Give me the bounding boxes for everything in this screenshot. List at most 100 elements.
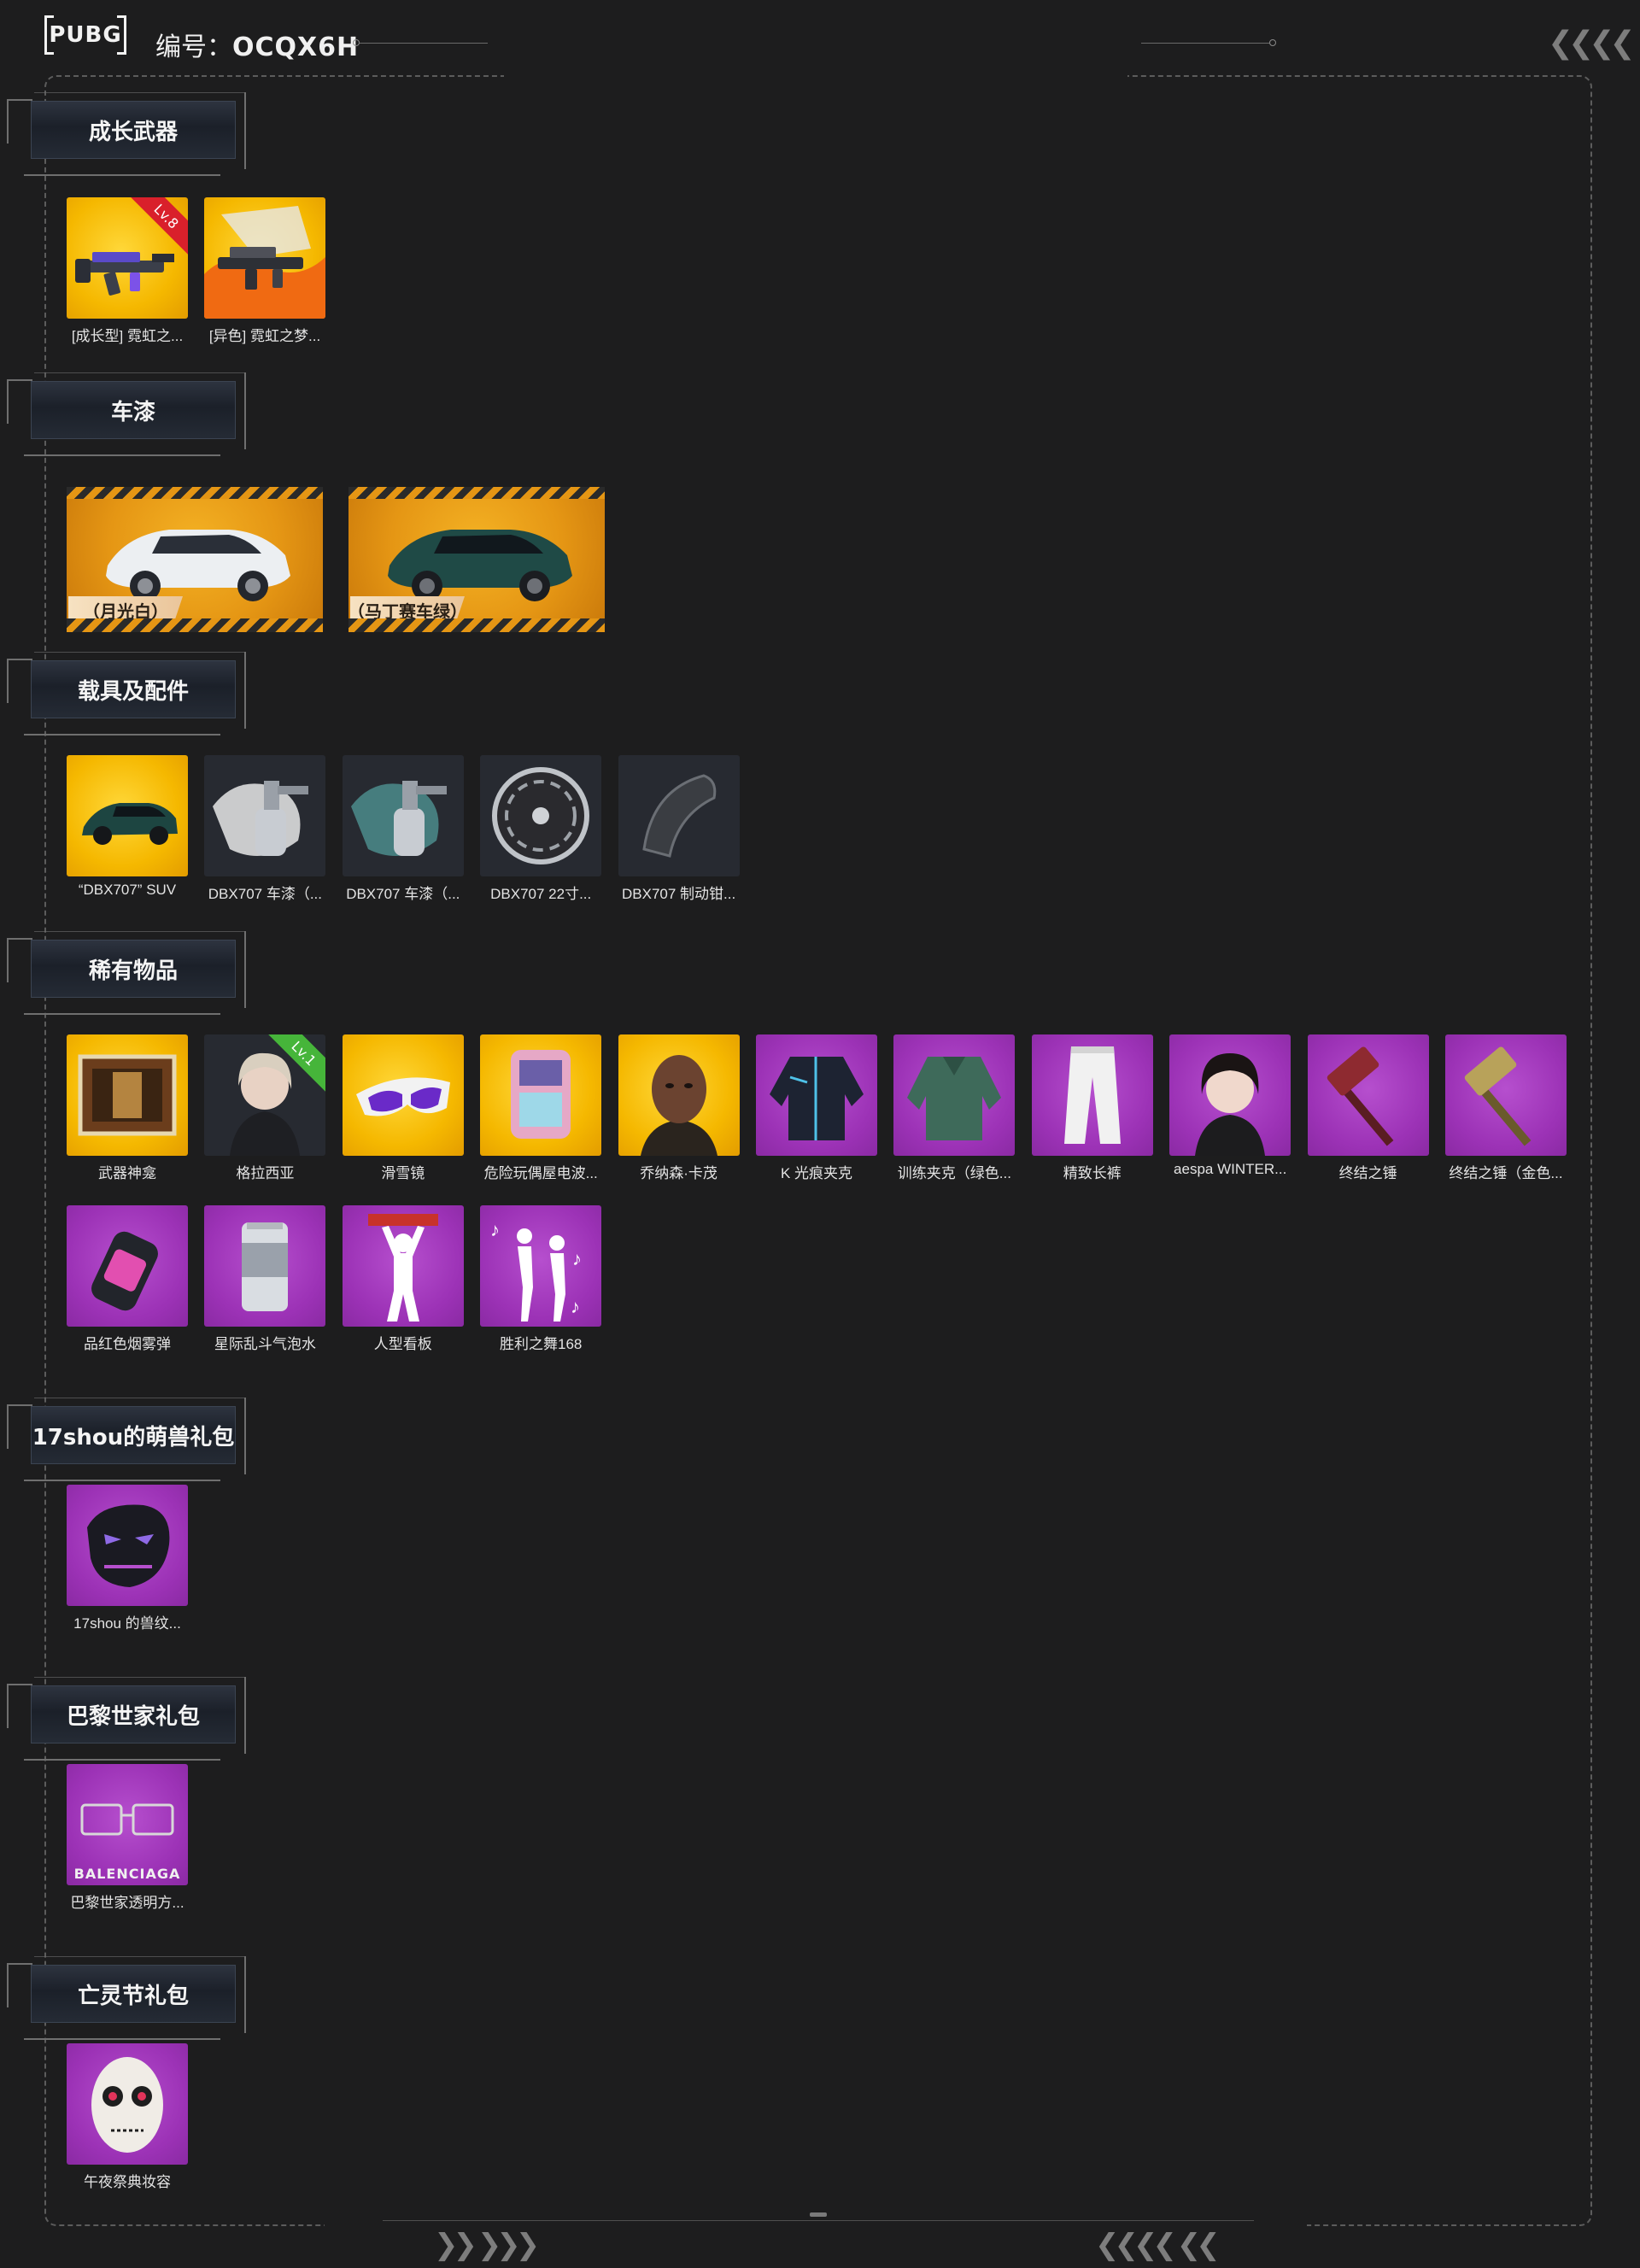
item-label: [异色] 霓虹之梦... [208,328,321,344]
paint-label: （马丁赛车绿） [350,596,465,624]
chevrons-right-icon: ❯❯ ❯❯❯ [434,2228,540,2262]
section-title: 巴黎世家礼包 [66,1703,200,1730]
character-gracia-icon: Lv.1 [204,1034,326,1156]
section-header: 17shou的萌兽礼包 [0,1391,256,1485]
glasses-icon: BALENCIAGA [67,1764,188,1885]
item-card[interactable]: 终结之锤 [1307,1034,1429,1182]
item-label: 训练夹克（绿色... [897,1165,1011,1181]
item-card[interactable]: DBX707 车漆（... [342,755,464,903]
item-label: 乔纳森·卡茂 [640,1165,718,1181]
section-title: 载具及配件 [77,678,189,705]
pubg-logo: PUBG [44,15,126,55]
item-card[interactable]: ♪ ♪ ♪ 胜利之舞168 [480,1205,602,1353]
beast-mask-icon [67,1485,188,1606]
section-title: 稀有物品 [88,958,178,984]
neon-rifle-icon: Lv.8 [67,197,188,319]
sugar-skull-face-icon [67,2043,188,2165]
item-label: DBX707 车漆（... [208,886,322,902]
item-label: 滑雪镜 [381,1165,425,1181]
green-jacket-icon [893,1034,1016,1156]
svg-text:♪: ♪ [572,1248,582,1269]
gold-hammer-icon [1445,1034,1567,1156]
decor-dot [353,39,360,46]
bottom-line [383,2220,1254,2221]
item-label: 终结之锤（金色... [1449,1165,1563,1181]
item-card[interactable]: 乔纳森·卡茂 [618,1034,740,1182]
section-header: 车漆 [0,366,256,460]
item-card[interactable]: 训练夹克（绿色... [893,1034,1016,1182]
spray-gun-teal-icon [342,755,464,876]
item-card[interactable]: 17shou 的兽纹... [67,1485,188,1632]
item-label: 危险玩偶屋电波... [483,1165,598,1181]
item-card[interactable]: 危险玩偶屋电波... [480,1034,602,1182]
item-label: DBX707 22寸... [490,886,592,902]
item-card[interactable]: 武器神龛 [67,1034,188,1182]
item-card[interactable]: “DBX707” SUV [67,755,188,899]
section-header: 巴黎世家礼包 [0,1670,256,1764]
hammer-icon [1307,1034,1429,1156]
item-label: 武器神龛 [98,1165,156,1181]
weapon-shrine-icon [67,1034,188,1156]
item-label: 巴黎世家透明方... [70,1895,184,1911]
item-label: aespa WINTER... [1174,1161,1287,1177]
jacket-icon [756,1034,877,1156]
item-label: 精致长裤 [1063,1165,1122,1181]
item-card[interactable]: 终结之锤（金色... [1445,1034,1567,1182]
item-card[interactable]: 品红色烟雾弹 [67,1205,188,1353]
chevrons-left-icon: ❮❮❮❮ ❮ [1548,26,1640,61]
suv-icon [67,755,188,876]
item-card[interactable]: Lv.1 格拉西亚 [204,1034,326,1182]
brand-text: BALENCIAGA [73,1866,181,1882]
item-card[interactable]: K 光痕夹克 [756,1034,877,1182]
scroll-handle[interactable] [810,2212,827,2217]
decor-line [1141,43,1269,44]
suv-green-icon: （马丁赛车绿） [348,487,605,632]
chevrons-left-icon: ❮❮❮❮ ❮❮ [1095,2228,1221,2262]
section-title: 成长武器 [88,119,178,145]
item-card[interactable]: [异色] 霓虹之梦... [204,197,325,345]
white-pants-icon [1031,1034,1153,1156]
item-card[interactable]: DBX707 车漆（... [204,755,326,903]
backpack-radio-icon [480,1034,602,1156]
soda-can-icon [204,1205,326,1327]
decor-dot [1269,39,1276,46]
item-card[interactable]: 人型看板 [342,1205,464,1353]
section-header: 成长武器 [0,85,256,179]
item-card[interactable]: 午夜祭典妆容 [67,2043,188,2191]
wheel-rim-icon [480,755,602,876]
item-label: 午夜祭典妆容 [84,2174,171,2190]
character-winter-icon [1169,1034,1292,1156]
item-label: 品红色烟雾弹 [84,1336,171,1352]
item-label: “DBX707” SUV [78,882,177,898]
section-title: 亡灵节礼包 [77,1983,189,2009]
item-card[interactable]: DBX707 22寸... [480,755,602,903]
item-label: 人型看板 [373,1336,432,1352]
item-card[interactable]: BALENCIAGA 巴黎世家透明方... [67,1764,188,1912]
item-card[interactable]: DBX707 制动钳... [618,755,740,903]
item-card[interactable]: aespa WINTER... [1169,1034,1292,1178]
item-card[interactable]: 精致长裤 [1031,1034,1153,1182]
character-jonathan-icon [618,1034,740,1156]
smoke-grenade-icon [67,1205,188,1327]
item-label: 胜利之舞168 [500,1336,583,1352]
neon-rifle-alt-icon [204,197,325,319]
section-title: 17shou的萌兽礼包 [32,1424,235,1450]
ski-goggles-icon [342,1034,464,1156]
item-label: K 光痕夹克 [780,1165,853,1181]
decor-line [360,43,488,44]
item-label: DBX707 车漆（... [346,886,460,902]
vehicle-paint-card[interactable]: （马丁赛车绿） [348,487,605,632]
brake-caliper-icon [618,755,740,876]
emote-dance-icon: ♪ ♪ ♪ [480,1205,602,1327]
item-card[interactable]: Lv.8 [成长型] 霓虹之... [67,197,188,345]
svg-text:♪: ♪ [490,1219,500,1240]
vehicle-paint-card[interactable]: （月光白） [67,487,323,632]
suv-white-icon: （月光白） [67,487,323,632]
item-label: 终结之锤 [1338,1165,1397,1181]
item-label: [成长型] 霓虹之... [71,328,184,344]
item-card[interactable]: 星际乱斗气泡水 [204,1205,326,1353]
item-card[interactable]: 滑雪镜 [342,1034,464,1182]
section-title: 车漆 [110,399,155,425]
svg-text:♪: ♪ [571,1296,580,1317]
emote-sign-icon [342,1205,464,1327]
